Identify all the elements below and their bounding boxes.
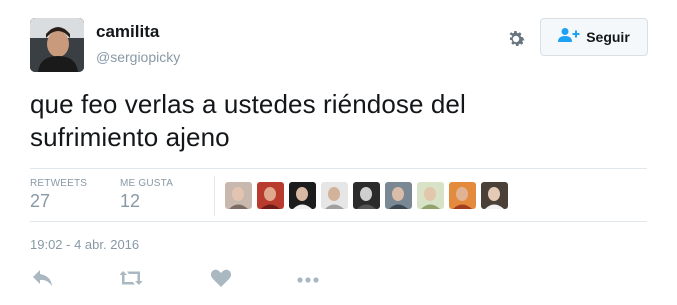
follow-button[interactable]: Seguir bbox=[540, 18, 648, 56]
liker-avatar[interactable] bbox=[225, 182, 252, 209]
likes-stat[interactable]: ME GUSTA 12 bbox=[120, 178, 173, 212]
divider-top bbox=[30, 168, 647, 169]
liker-avatar[interactable] bbox=[417, 182, 444, 209]
divider-bottom bbox=[30, 221, 647, 222]
retweets-count: 27 bbox=[30, 191, 51, 211]
tweet-actions bbox=[30, 268, 350, 298]
liker-avatar[interactable] bbox=[289, 182, 316, 209]
follow-button-label: Seguir bbox=[586, 29, 630, 45]
stats-divider bbox=[214, 176, 215, 216]
reply-icon[interactable] bbox=[32, 268, 56, 292]
retweet-icon[interactable] bbox=[118, 268, 143, 292]
liker-avatar[interactable] bbox=[257, 182, 284, 209]
liker-avatar[interactable] bbox=[385, 182, 412, 209]
tweet-timestamp[interactable]: 19:02 - 4 abr. 2016 bbox=[30, 237, 139, 252]
tweet-header: camilita @sergiopicky Seguir bbox=[30, 18, 650, 74]
tweet-text-line-2: sufrimiento ajeno bbox=[30, 122, 230, 152]
liker-avatar[interactable] bbox=[321, 182, 348, 209]
liker-avatar[interactable] bbox=[449, 182, 476, 209]
tweet-text-line-1: que feo verlas a ustedes riéndose del bbox=[30, 89, 466, 119]
tweet-text: que feo verlas a ustedes riéndose del su… bbox=[30, 88, 630, 154]
liker-avatar[interactable] bbox=[481, 182, 508, 209]
likes-count: 12 bbox=[120, 191, 141, 211]
more-icon[interactable] bbox=[296, 268, 326, 292]
tweet-stats: RETWEETS 27 ME GUSTA 12 bbox=[30, 176, 647, 220]
retweets-label: RETWEETS bbox=[30, 178, 88, 189]
retweets-stat[interactable]: RETWEETS 27 bbox=[30, 178, 87, 212]
person-plus-icon bbox=[558, 27, 580, 48]
liker-avatars bbox=[225, 182, 508, 209]
user-display-name[interactable]: camilita bbox=[96, 22, 159, 42]
user-avatar[interactable] bbox=[30, 18, 84, 72]
likes-label: ME GUSTA bbox=[120, 178, 174, 189]
liker-avatar[interactable] bbox=[353, 182, 380, 209]
user-handle[interactable]: @sergiopicky bbox=[96, 49, 180, 65]
gear-icon[interactable] bbox=[505, 28, 527, 50]
heart-icon[interactable] bbox=[210, 268, 234, 292]
